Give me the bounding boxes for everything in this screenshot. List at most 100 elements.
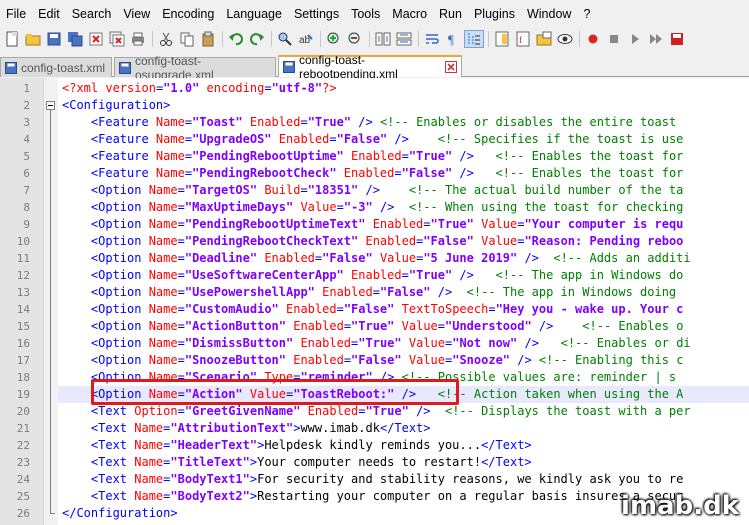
code-line[interactable]: <Option Name="TargetOS" Build="18351" />… (62, 182, 684, 199)
zoom-in-button[interactable] (324, 30, 344, 48)
doc-map-button[interactable] (492, 30, 512, 48)
menu-tools[interactable]: Tools (345, 3, 386, 25)
copy-icon (180, 32, 194, 47)
print-button[interactable] (128, 30, 148, 48)
code-line[interactable]: <Option Name="MaxUptimeDays" Value="-3" … (62, 199, 684, 216)
line-number: 9 (23, 218, 30, 231)
function-list-button[interactable]: f (513, 30, 533, 48)
token-tag (365, 217, 372, 231)
menu-help[interactable]: ? (577, 3, 596, 25)
new-file-icon (6, 31, 18, 47)
menu-encoding[interactable]: Encoding (156, 3, 220, 25)
token-tag: = (437, 319, 445, 333)
record-macro-button[interactable] (583, 30, 603, 48)
zoom-out-button[interactable] (345, 30, 365, 48)
code-line[interactable]: <Text Name="HeaderText">Helpdesk kindly … (62, 437, 532, 454)
menu-macro[interactable]: Macro (386, 3, 433, 25)
code-line[interactable]: <Option Name="UseSoftwareCenterApp" Enab… (62, 267, 684, 284)
tab-config-toast-rebootpending[interactable]: config-toast-rebootpending.xml (278, 53, 462, 81)
menu-run[interactable]: Run (433, 3, 468, 25)
sync-horizontal-icon (396, 32, 412, 46)
close-all-button[interactable] (107, 30, 127, 48)
undo-button[interactable] (226, 30, 246, 48)
sync-vertical-button[interactable] (373, 30, 393, 48)
code-line[interactable]: </Configuration> (62, 505, 178, 522)
tab-config-toast[interactable]: config-toast.xml (0, 57, 112, 77)
token-tag: = (401, 268, 409, 282)
run-macro-multiple-button[interactable] (646, 30, 666, 48)
open-file-button[interactable] (23, 30, 43, 48)
token-decl: ?> (322, 81, 337, 95)
token-tag: /> (351, 115, 380, 129)
replace-button[interactable]: ab (296, 30, 316, 48)
menu-file[interactable]: File (0, 3, 32, 25)
toolbar: ab ¶ f (0, 28, 749, 50)
code-line[interactable]: <Feature Name="Toast" Enabled="True" /> … (62, 114, 676, 131)
save-macro-button[interactable] (667, 30, 687, 48)
toolbar-separator (320, 31, 321, 47)
token-attr: Name (134, 421, 164, 435)
new-file-button[interactable] (2, 30, 22, 48)
code-line[interactable]: <Text Name="TitleText">Your computer nee… (62, 454, 532, 471)
code-line[interactable]: <Option Name="PendingRebootCheckText" En… (62, 233, 684, 250)
line-number: 11 (16, 252, 30, 265)
fold-collapse-icon[interactable] (46, 101, 55, 110)
code-line[interactable]: <Option Name="UsePowershellApp" Enabled=… (62, 284, 676, 301)
token-attr: Name (134, 489, 164, 503)
menu-search[interactable]: Search (66, 3, 118, 25)
token-tag (279, 302, 286, 316)
sync-horizontal-button[interactable] (394, 30, 414, 48)
token-val: "False" (351, 353, 402, 367)
menu-language[interactable]: Language (220, 3, 288, 25)
token-val: "BodyText1" (170, 472, 250, 486)
word-wrap-button[interactable] (422, 30, 442, 48)
code-line[interactable]: <Feature Name="PendingRebootUptime" Enab… (62, 148, 684, 165)
fold-margin[interactable] (44, 78, 58, 525)
redo-button[interactable] (247, 30, 267, 48)
menu-edit[interactable]: Edit (32, 3, 66, 25)
token-tag: <Text (62, 421, 135, 435)
code-line[interactable]: <Option Name="Deadline" Enabled="False" … (62, 250, 691, 267)
code-line[interactable]: <Text Name="BodyText1">For security and … (62, 471, 683, 488)
menu-plugins[interactable]: Plugins (468, 3, 521, 25)
close-tab-icon[interactable] (445, 61, 457, 73)
token-val: "-3" (343, 200, 373, 214)
code-line[interactable]: <Option Name="ActionButton" Enabled="Tru… (62, 318, 684, 335)
menu-settings[interactable]: Settings (288, 3, 345, 25)
play-macro-button[interactable] (625, 30, 645, 48)
code-line[interactable]: <Option Name="DismissButton" Enabled="Tr… (62, 335, 691, 352)
token-tag: = (423, 217, 431, 231)
monitoring-button[interactable] (555, 30, 575, 48)
menu-view[interactable]: View (117, 3, 156, 25)
code-editor[interactable]: 1 2 3 4 5 6 7 8 9 10 11 12 13 14 15 16 17 18 19 20 21 22 23 24 2… (0, 78, 749, 525)
token-tag (243, 115, 250, 129)
code-line[interactable]: <Feature Name="PendingRebootCheck" Enabl… (62, 165, 684, 182)
folder-workspace-button[interactable] (534, 30, 554, 48)
token-tag (337, 166, 344, 180)
stop-macro-button[interactable] (604, 30, 624, 48)
code-line[interactable]: <Option Name="SnoozeButton" Enabled="Fal… (62, 352, 684, 369)
code-line[interactable]: <Feature Name="UpgradeOS" Enabled="False… (62, 131, 684, 148)
code-line[interactable]: <Option Name="PendingRebootUptimeText" E… (62, 216, 684, 233)
token-attr: Enabled (351, 268, 402, 282)
tab-config-toast-osupgrade[interactable]: config-toast-osupgrade.xml (114, 54, 276, 82)
save-button[interactable] (44, 30, 64, 48)
close-button[interactable] (86, 30, 106, 48)
save-all-button[interactable] (65, 30, 85, 48)
cut-button[interactable] (156, 30, 176, 48)
show-all-chars-button[interactable]: ¶ (443, 30, 463, 48)
paste-button[interactable] (198, 30, 218, 48)
copy-button[interactable] (177, 30, 197, 48)
find-button[interactable] (275, 30, 295, 48)
menu-window[interactable]: Window (521, 3, 577, 25)
code-line[interactable]: <Text Name="AttributionText">www.imab.dk… (62, 420, 431, 437)
code-line[interactable]: <Configuration> (62, 97, 170, 114)
code-line[interactable]: <Option Name="CustomAudio" Enabled="Fals… (62, 301, 684, 318)
code-line[interactable]: <Text Option="GreetGivenName" Enabled="T… (62, 403, 691, 420)
indent-guide-button[interactable] (464, 30, 484, 48)
toolbar-separator (369, 31, 370, 47)
line-number: 12 (16, 269, 30, 282)
token-val: "UsePowershellApp" (184, 285, 315, 299)
code-line[interactable]: <?xml version="1.0" encoding="utf-8"?> (62, 80, 337, 97)
code-line[interactable]: <Text Name="BodyText2">Restarting your c… (62, 488, 683, 505)
